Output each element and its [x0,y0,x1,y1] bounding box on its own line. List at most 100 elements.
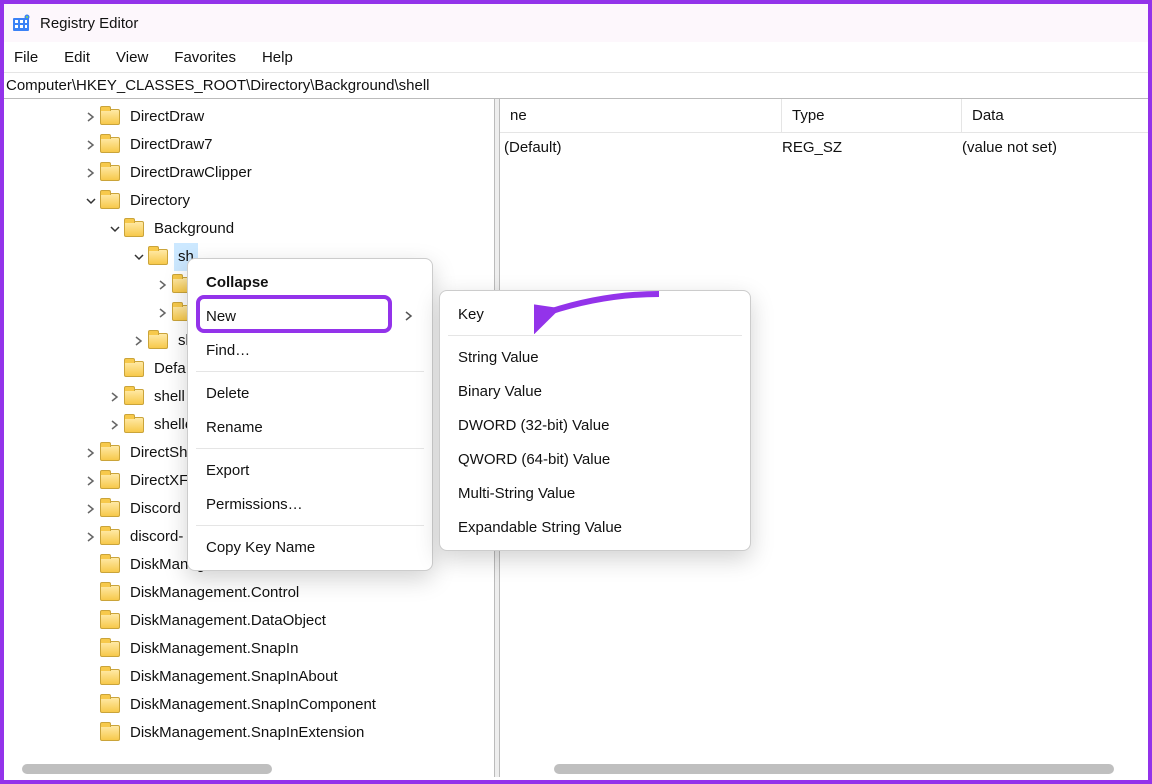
tree-item-label: DirectXF [126,467,192,495]
tree-item[interactable]: DiskManagement.SnapInAbout [4,663,494,691]
tree-item-label: DiskManagement.SnapInAbout [126,663,342,691]
cm-item-delete[interactable]: Delete [188,376,432,410]
values-columns-header: ne Type Data [500,99,1148,133]
tree-item-label: DiskManagement.Control [126,579,303,607]
folder-icon [124,361,144,377]
tree-item-label: DirectDraw7 [126,131,217,159]
tree-item-label: DirectDrawClipper [126,159,256,187]
chevron-right-icon[interactable] [82,136,100,154]
tree-item[interactable]: DirectDraw7 [4,131,494,159]
tree-item[interactable]: DirectDrawClipper [4,159,494,187]
tree-item-label: DirectSh [126,439,192,467]
cm-item-binary-value[interactable]: Binary Value [440,374,750,408]
cm-item-find[interactable]: Find… [188,333,432,367]
tree-item-label: Defa [150,355,190,383]
folder-icon [100,501,120,517]
cm-item-multi-string-value[interactable]: Multi-String Value [440,476,750,510]
folder-icon [100,529,120,545]
cm-item-string-value[interactable]: String Value [440,340,750,374]
folder-icon [124,221,144,237]
chevron-right-icon[interactable] [82,528,100,546]
chevron-right-icon[interactable] [82,164,100,182]
folder-icon [100,445,120,461]
column-header-name[interactable]: ne [500,99,782,132]
folder-icon [100,137,120,153]
tree-item-label: DiskManagement.SnapInExtension [126,719,368,747]
folder-icon [124,417,144,433]
annotation-arrow [534,284,664,339]
cm-item-new[interactable]: New [188,299,432,333]
folder-icon [100,641,120,657]
value-row[interactable]: (Default) REG_SZ (value not set) [500,133,1148,161]
folder-icon [100,557,120,573]
tree-item[interactable]: DiskManagement.SnapIn [4,635,494,663]
menu-favorites[interactable]: Favorites [174,49,236,66]
registry-editor-icon [12,14,30,32]
chevron-right-icon[interactable] [82,108,100,126]
cm-item-collapse[interactable]: Collapse [188,265,432,299]
context-menu-key: Collapse New Find… Delete Rename Export … [187,258,433,571]
tree-item[interactable]: DiskManagement.DataObject [4,607,494,635]
folder-icon [100,109,120,125]
tree-item[interactable]: DiskManagement.SnapInExtension [4,719,494,747]
tree-item-label: Discord [126,495,185,523]
tree-item[interactable]: DirectDraw [4,103,494,131]
folder-icon [148,249,168,265]
folder-icon [100,697,120,713]
window-title: Registry Editor [40,15,138,32]
column-header-type[interactable]: Type [782,99,962,132]
value-type: REG_SZ [782,139,962,156]
chevron-down-icon[interactable] [82,192,100,210]
chevron-down-icon[interactable] [130,248,148,266]
tree-scrollbar-horizontal[interactable] [22,764,272,774]
cm-separator [196,371,424,372]
tree-item-label: DiskManagement.SnapIn [126,635,302,663]
tree-item-label: DiskManagement.SnapInComponent [126,691,380,719]
chevron-right-icon[interactable] [154,304,172,322]
menu-help[interactable]: Help [262,49,293,66]
folder-icon [100,725,120,741]
chevron-right-icon [404,308,414,325]
folder-icon [100,669,120,685]
folder-icon [100,473,120,489]
values-scrollbar-horizontal[interactable] [554,764,1114,774]
value-data: (value not set) [962,139,1148,156]
address-bar[interactable]: Computer\HKEY_CLASSES_ROOT\Directory\Bac… [4,72,1148,99]
column-header-data[interactable]: Data [962,99,1148,132]
menu-edit[interactable]: Edit [64,49,90,66]
folder-icon [124,389,144,405]
chevron-right-icon[interactable] [106,388,124,406]
tree-item-label: Background [150,215,238,243]
address-path: Computer\HKEY_CLASSES_ROOT\Directory\Bac… [6,77,430,94]
chevron-right-icon[interactable] [106,416,124,434]
chevron-right-icon[interactable] [82,500,100,518]
folder-icon [100,193,120,209]
cm-item-expandable-string-value[interactable]: Expandable String Value [440,510,750,544]
folder-icon [100,613,120,629]
chevron-right-icon[interactable] [82,444,100,462]
cm-item-copy-key-name[interactable]: Copy Key Name [188,530,432,564]
cm-item-permissions[interactable]: Permissions… [188,487,432,521]
chevron-down-icon[interactable] [106,220,124,238]
chevron-right-icon[interactable] [82,472,100,490]
tree-item-label: Directory [126,187,194,215]
menu-file[interactable]: File [14,49,38,66]
cm-separator [196,448,424,449]
chevron-right-icon[interactable] [130,332,148,350]
tree-item-label: shell [150,383,189,411]
tree-item[interactable]: Directory [4,187,494,215]
tree-item-label: discord- [126,523,187,551]
tree-item[interactable]: DiskManagement.SnapInComponent [4,691,494,719]
value-name: (Default) [504,139,782,156]
folder-icon [148,333,168,349]
chevron-right-icon[interactable] [154,276,172,294]
cm-item-rename[interactable]: Rename [188,410,432,444]
menu-bar: File Edit View Favorites Help [4,42,1148,72]
tree-item[interactable]: DiskManagement.Control [4,579,494,607]
menu-view[interactable]: View [116,49,148,66]
cm-item-export[interactable]: Export [188,453,432,487]
cm-separator [196,525,424,526]
cm-item-dword-value[interactable]: DWORD (32-bit) Value [440,408,750,442]
tree-item[interactable]: Background [4,215,494,243]
cm-item-qword-value[interactable]: QWORD (64-bit) Value [440,442,750,476]
